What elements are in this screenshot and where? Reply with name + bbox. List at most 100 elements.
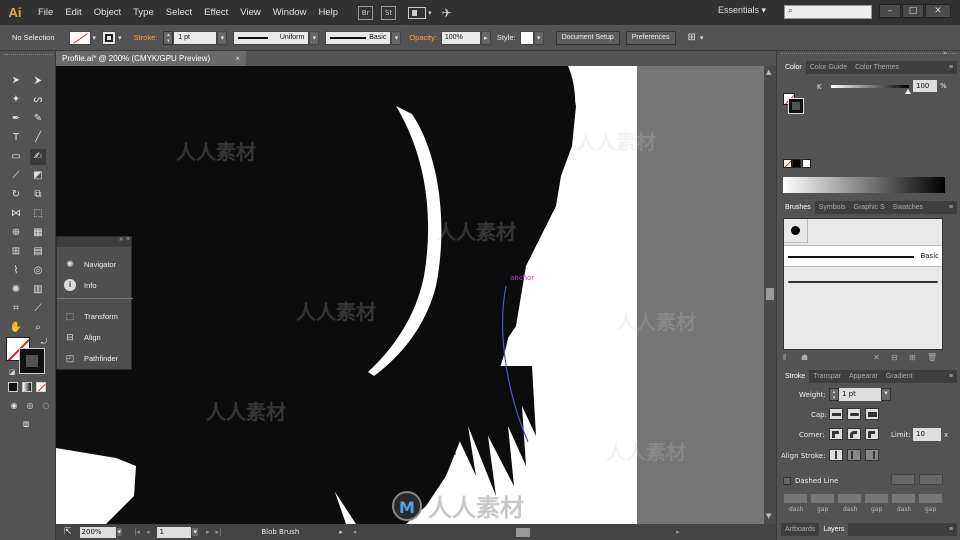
projecting-cap-button[interactable] — [865, 408, 879, 420]
document-tab[interactable]: Profile.ai* @ 200% (CMYK/GPU Preview) × — [56, 51, 246, 66]
artboard[interactable]: anchor — [56, 66, 637, 524]
round-cap-button[interactable] — [847, 408, 861, 420]
weight-field[interactable]: 1 pt — [839, 388, 881, 401]
calligraphic-brush-item[interactable] — [784, 219, 808, 243]
zoom-level-field[interactable]: 200% — [79, 526, 116, 538]
gap-field-3[interactable] — [918, 493, 943, 504]
tab-graphic-styles[interactable]: Graphic S — [850, 201, 889, 214]
opacity-label[interactable]: Opacity: — [409, 33, 437, 42]
color-stroke-indicator[interactable] — [788, 98, 804, 114]
menu-select[interactable]: Select — [160, 7, 198, 18]
dash-field-1[interactable] — [783, 493, 808, 504]
butt-cap-button[interactable] — [829, 408, 843, 420]
chevron-down-icon[interactable]: ▾ — [700, 34, 704, 42]
arrange-icon[interactable]: ⊞ — [688, 32, 696, 43]
curvature-tool-icon[interactable]: ✎ — [30, 111, 46, 127]
menu-edit[interactable]: Edit — [59, 7, 87, 18]
stroke-swatch[interactable] — [102, 30, 117, 45]
gap-field-1[interactable] — [810, 493, 835, 504]
blob-brush-tool-icon[interactable]: ✍ — [30, 149, 46, 165]
stock-button[interactable]: St — [381, 5, 397, 20]
width-tool-icon[interactable]: ⋈ — [8, 206, 24, 222]
none-swatch[interactable] — [783, 159, 792, 168]
selection-tool-icon[interactable]: ➤ — [8, 73, 24, 89]
tab-color-themes[interactable]: Color Themes — [851, 61, 903, 74]
menu-window[interactable]: Window — [267, 7, 313, 18]
remove-stroke-icon[interactable]: ✕ — [873, 353, 880, 362]
preferences-button[interactable]: Preferences — [625, 30, 676, 45]
scroll-down-arrow[interactable]: ▼ — [766, 512, 771, 520]
dash-field-3[interactable] — [891, 493, 916, 504]
color-mode-button[interactable] — [8, 382, 18, 392]
previous-artboard-icon[interactable]: ◂ — [146, 528, 150, 536]
tab-stroke[interactable]: Stroke — [781, 370, 810, 383]
align-inside-button[interactable] — [847, 449, 861, 461]
collapse-dock-icon[interactable]: » — [943, 49, 947, 57]
document-setup-button[interactable]: Document Setup — [555, 30, 620, 45]
minimize-button[interactable]: – — [879, 4, 901, 18]
tab-transparency[interactable]: Transpar — [809, 370, 845, 383]
first-artboard-icon[interactable]: |◂ — [134, 528, 140, 536]
search-input[interactable]: ⌕ — [784, 5, 872, 19]
chevron-down-icon[interactable]: ▾ — [391, 30, 402, 45]
last-artboard-icon[interactable]: ▸| — [215, 528, 221, 536]
workspace-switcher[interactable]: Essentials ▾ — [718, 5, 766, 16]
draw-behind-icon[interactable]: ◎ — [22, 398, 38, 414]
default-colors-icon[interactable]: ◪ — [4, 364, 20, 380]
symbol-sprayer-tool-icon[interactable]: ✺ — [8, 282, 24, 298]
close-tab-icon[interactable]: × — [235, 51, 240, 66]
brush-options-icon[interactable]: ⊟ — [891, 353, 898, 362]
scrollbar-thumb[interactable] — [766, 288, 774, 300]
free-transform-tool-icon[interactable]: ⬚ — [30, 206, 46, 222]
basic-brush-item[interactable]: Basic — [784, 245, 942, 267]
stroke-stepper[interactable]: ▴ ▾ — [163, 30, 174, 45]
variable-width-profile[interactable]: Uniform — [233, 30, 310, 45]
dock-header[interactable]: » — [781, 49, 957, 59]
round-join-button[interactable] — [847, 428, 861, 440]
screen-mode-icon[interactable]: ⧈ — [18, 417, 34, 433]
tab-brushes[interactable]: Brushes — [781, 201, 815, 214]
artboard-tool-icon[interactable]: ⌗ — [8, 301, 24, 317]
graphic-style-swatch[interactable] — [519, 30, 534, 45]
chevron-down-icon[interactable]: ▾ — [217, 30, 228, 45]
tab-artboards[interactable]: Artboards — [781, 523, 819, 536]
align-dash-button[interactable] — [919, 474, 943, 485]
status-menu-arrow[interactable]: ▸ — [339, 528, 343, 536]
tab-layers[interactable]: Layers — [819, 523, 849, 536]
panel-menu-icon[interactable]: ≡ — [949, 373, 953, 380]
eraser-tool-icon[interactable]: ◩ — [30, 168, 46, 184]
black-swatch[interactable] — [792, 159, 801, 168]
miter-join-button[interactable] — [829, 428, 843, 440]
k-value-field[interactable]: 100 — [913, 80, 937, 92]
panel-header[interactable]: » × — [57, 236, 131, 247]
share-icon[interactable]: ⇱ — [64, 527, 72, 537]
canvas-area[interactable]: anchor 人人素材 人人素材 人人素材 人人素材 人人素材 人人素材 人人素… — [56, 66, 764, 524]
scroll-up-arrow[interactable]: ▲ — [766, 68, 771, 76]
delete-brush-icon[interactable]: 🗑 — [927, 353, 937, 362]
panel-menu-icon[interactable]: ≡ — [949, 204, 953, 211]
panel-menu-icon[interactable]: ≡ — [949, 64, 953, 71]
stroke-weight-field[interactable]: 1 pt — [173, 30, 218, 45]
info-panel-button[interactable]: i Info — [57, 276, 133, 294]
menu-object[interactable]: Object — [88, 7, 127, 18]
close-window-button[interactable]: ✕ — [925, 4, 951, 18]
rectangle-tool-icon[interactable]: ▭ — [8, 149, 24, 165]
mesh-tool-icon[interactable]: ⊞ — [8, 244, 24, 260]
tab-appearance[interactable]: Appearar — [845, 370, 882, 383]
align-panel-button[interactable]: ⊟ Align — [57, 328, 133, 346]
stroke-color-box[interactable] — [19, 348, 45, 374]
scroll-left-arrow[interactable]: ◂ — [353, 528, 357, 536]
scale-tool-icon[interactable]: ⧉ — [30, 187, 46, 203]
horizontal-scrollbar-thumb[interactable] — [516, 527, 531, 537]
chevron-down-icon[interactable]: ▾ — [116, 528, 123, 536]
panel-grip[interactable] — [4, 54, 52, 58]
brush-definition[interactable]: Basic — [325, 30, 392, 45]
panel-close-icon[interactable]: × — [126, 236, 130, 243]
dash-field-2[interactable] — [837, 493, 862, 504]
chevron-down-icon[interactable]: ▾ — [881, 388, 891, 401]
chevron-down-icon[interactable]: ▾ — [428, 9, 432, 17]
menu-help[interactable]: Help — [313, 7, 345, 18]
art-brush-item[interactable] — [788, 281, 938, 283]
blend-tool-icon[interactable]: ◎ — [30, 263, 46, 279]
bevel-join-button[interactable] — [865, 428, 879, 440]
